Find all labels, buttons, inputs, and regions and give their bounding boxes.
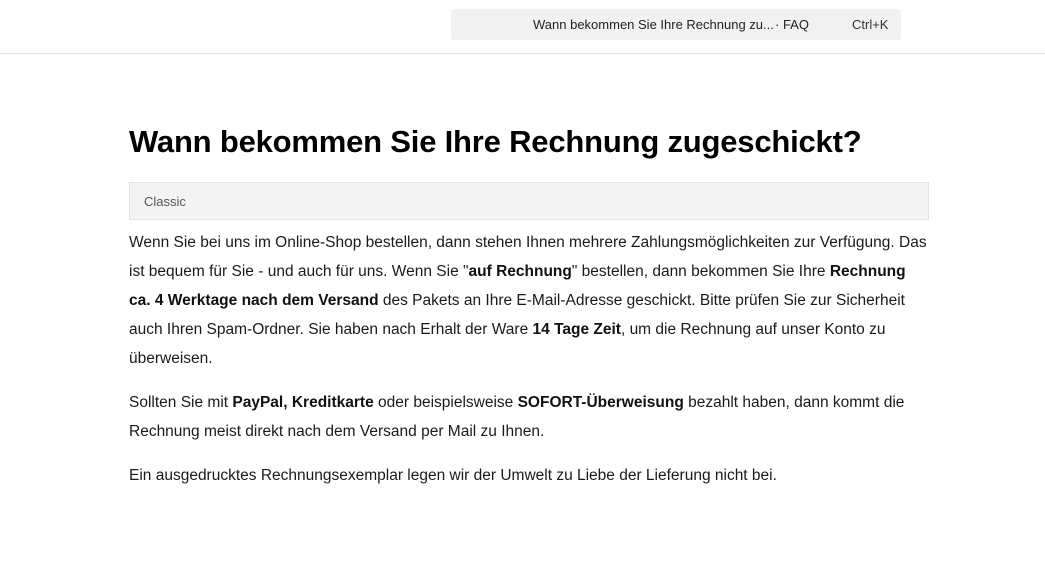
text-span: " bestellen, dann bekommen Sie Ihre [571,263,830,280]
search-current-page-title: Wann bekommen Sie Ihre Rechnung zu... [533,17,774,32]
bold-text: SOFORT-Überweisung [517,394,684,411]
search-button[interactable]: Wann bekommen Sie Ihre Rechnung zu... · … [451,9,901,40]
paragraph-other-payments: Sollten Sie mit PayPal, Kreditkarte oder… [129,388,929,446]
bold-text: 14 Tage Zeit [532,321,621,338]
search-section-label: · FAQ [775,17,809,32]
text-span: oder beispielsweise [373,394,518,411]
paragraph-payment-invoice: Wenn Sie bei uns im Online-Shop bestelle… [129,228,929,373]
article: Wann bekommen Sie Ihre Rechnung zugeschi… [129,122,929,490]
text-span: Sollten Sie mit [129,394,233,411]
search-shortcut-hint: Ctrl+K [852,17,889,32]
category-tag-bar: Classic [129,182,929,220]
paragraph-no-paper-invoice: Ein ausgedrucktes Rechnungsexemplar lege… [129,467,777,484]
bold-text: auf Rechnung [468,263,572,280]
category-tag: Classic [144,194,186,209]
bold-text: PayPal, Kreditkarte [232,394,374,411]
page-title: Wann bekommen Sie Ihre Rechnung zugeschi… [129,124,862,159]
top-bar: Wann bekommen Sie Ihre Rechnung zu... · … [0,0,1045,54]
